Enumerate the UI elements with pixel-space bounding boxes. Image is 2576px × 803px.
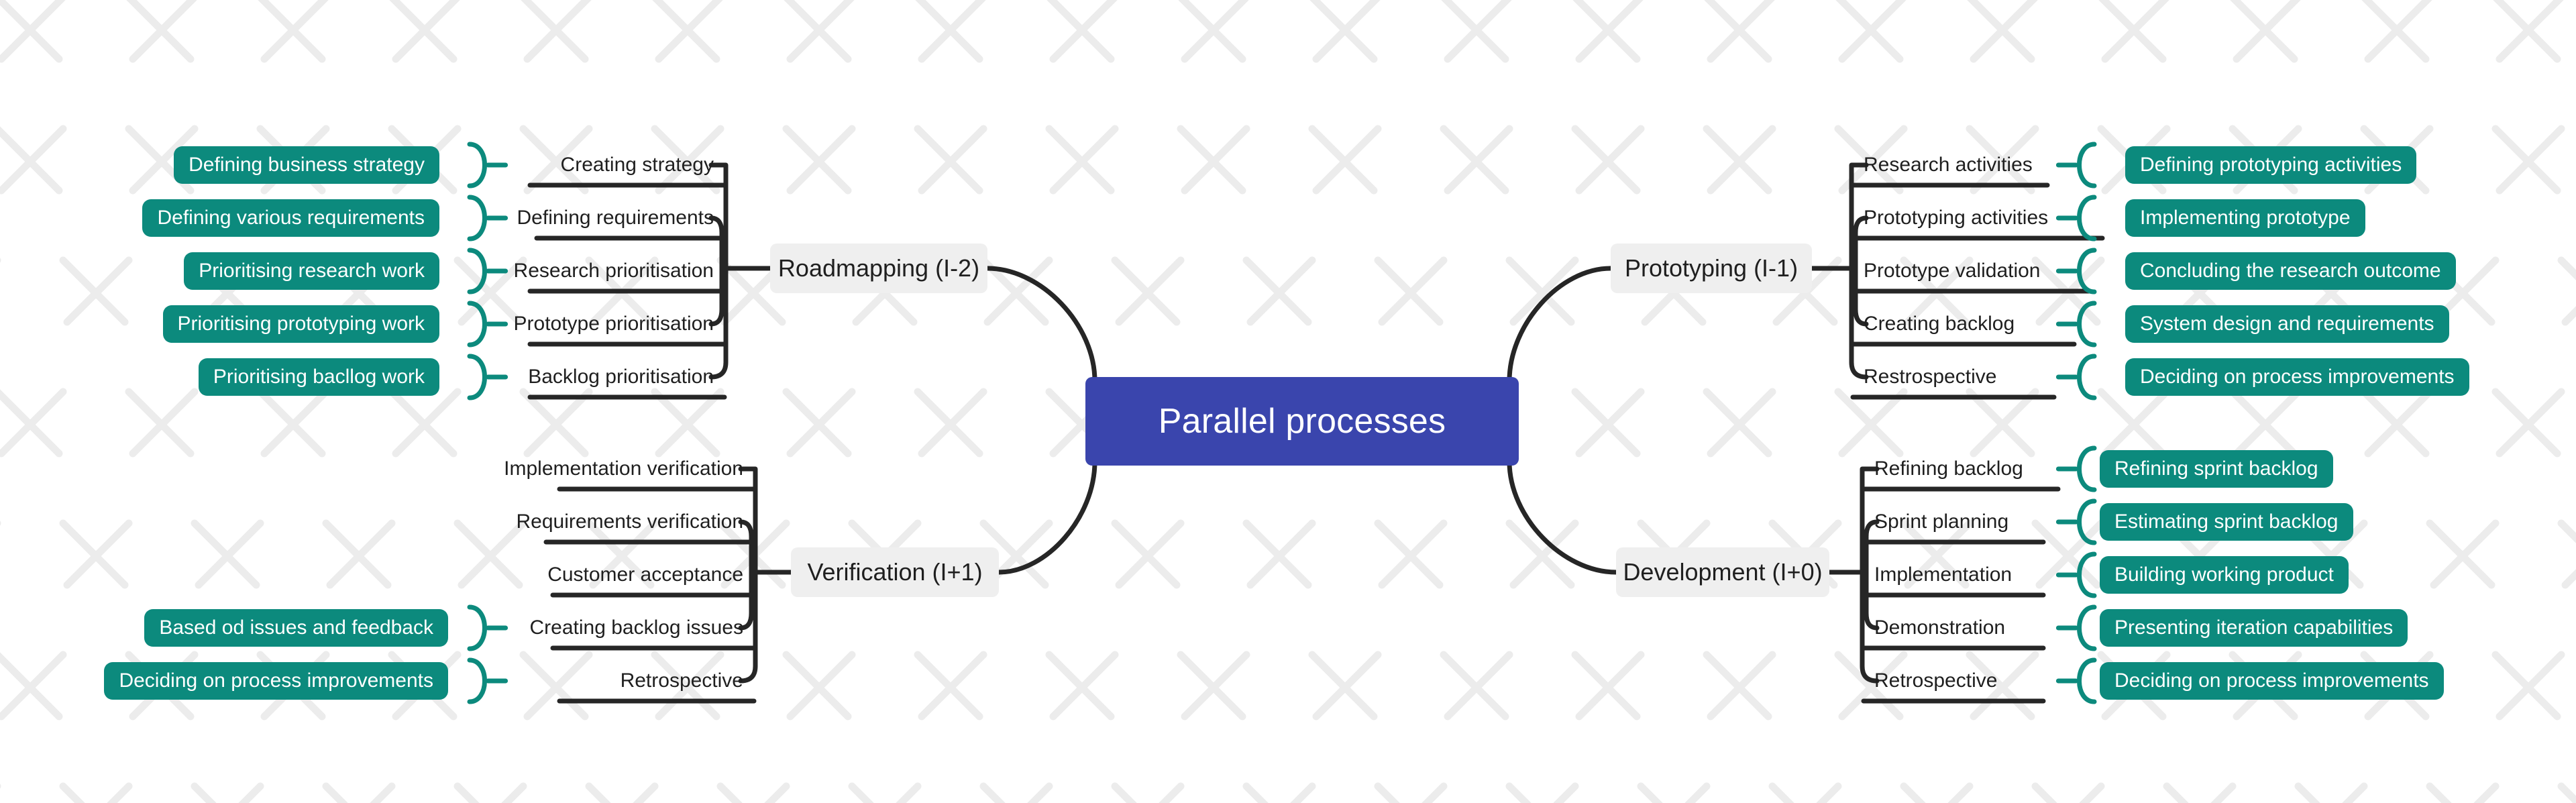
topic-roadmapping-0[interactable]: Creating strategy bbox=[436, 146, 724, 184]
detail-development-2[interactable]: Building working product bbox=[2100, 556, 2349, 594]
topic-prototyping-1[interactable]: Prototyping activities bbox=[1853, 199, 2141, 237]
mindmap-canvas: Parallel processes Roadmapping (I-2) Creat… bbox=[0, 0, 2576, 803]
branch-node-verification[interactable]: Verification (I+1) bbox=[791, 547, 999, 597]
topic-prototyping-2[interactable]: Prototype validation bbox=[1853, 252, 2141, 290]
detail-prototyping-1[interactable]: Implementing prototype bbox=[2125, 199, 2365, 237]
topic-verification-3[interactable]: Creating backlog issues bbox=[466, 609, 754, 647]
detail-roadmapping-0[interactable]: Defining business strategy bbox=[174, 146, 439, 184]
topic-roadmapping-2[interactable]: Research prioritisation bbox=[436, 252, 724, 290]
detail-prototyping-4[interactable]: Deciding on process improvements bbox=[2125, 358, 2469, 396]
topic-prototyping-3[interactable]: Creating backlog bbox=[1853, 305, 2141, 343]
detail-roadmapping-1[interactable]: Defining various requirements bbox=[142, 199, 439, 237]
detail-roadmapping-2[interactable]: Prioritising research work bbox=[184, 252, 439, 290]
detail-prototyping-2[interactable]: Concluding the research outcome bbox=[2125, 252, 2456, 290]
detail-roadmapping-4[interactable]: Prioritising bacllog work bbox=[198, 358, 439, 396]
topic-verification-1[interactable]: Requirements verification bbox=[466, 503, 754, 541]
detail-development-4[interactable]: Deciding on process improvements bbox=[2100, 662, 2444, 700]
detail-verification-3[interactable]: Based od issues and feedback bbox=[144, 609, 448, 647]
topic-roadmapping-3[interactable]: Prototype prioritisation bbox=[436, 305, 724, 343]
branch-node-prototyping[interactable]: Prototyping (I-1) bbox=[1611, 244, 1812, 293]
topic-verification-4[interactable]: Retrospective bbox=[466, 662, 754, 700]
branch-node-development[interactable]: Development (I+0) bbox=[1616, 547, 1829, 597]
detail-development-3[interactable]: Presenting iteration capabilities bbox=[2100, 609, 2408, 647]
topic-verification-0[interactable]: Implementation verification bbox=[466, 450, 754, 488]
detail-development-0[interactable]: Refining sprint backlog bbox=[2100, 450, 2333, 488]
detail-roadmapping-3[interactable]: Prioritising prototyping work bbox=[162, 305, 439, 343]
topic-verification-2[interactable]: Customer acceptance bbox=[466, 556, 754, 594]
detail-prototyping-3[interactable]: System design and requirements bbox=[2125, 305, 2449, 343]
center-node[interactable]: Parallel processes bbox=[1085, 377, 1519, 466]
topic-prototyping-4[interactable]: Restrospective bbox=[1853, 358, 2141, 396]
topic-roadmapping-4[interactable]: Backlog prioritisation bbox=[436, 358, 724, 396]
detail-verification-4[interactable]: Deciding on process improvements bbox=[104, 662, 448, 700]
topic-prototyping-0[interactable]: Research activities bbox=[1853, 146, 2141, 184]
detail-development-1[interactable]: Estimating sprint backlog bbox=[2100, 503, 2353, 541]
topic-roadmapping-1[interactable]: Defining requirements bbox=[436, 199, 724, 237]
branch-node-roadmapping[interactable]: Roadmapping (I-2) bbox=[770, 244, 987, 293]
detail-prototyping-0[interactable]: Defining prototyping activities bbox=[2125, 146, 2417, 184]
